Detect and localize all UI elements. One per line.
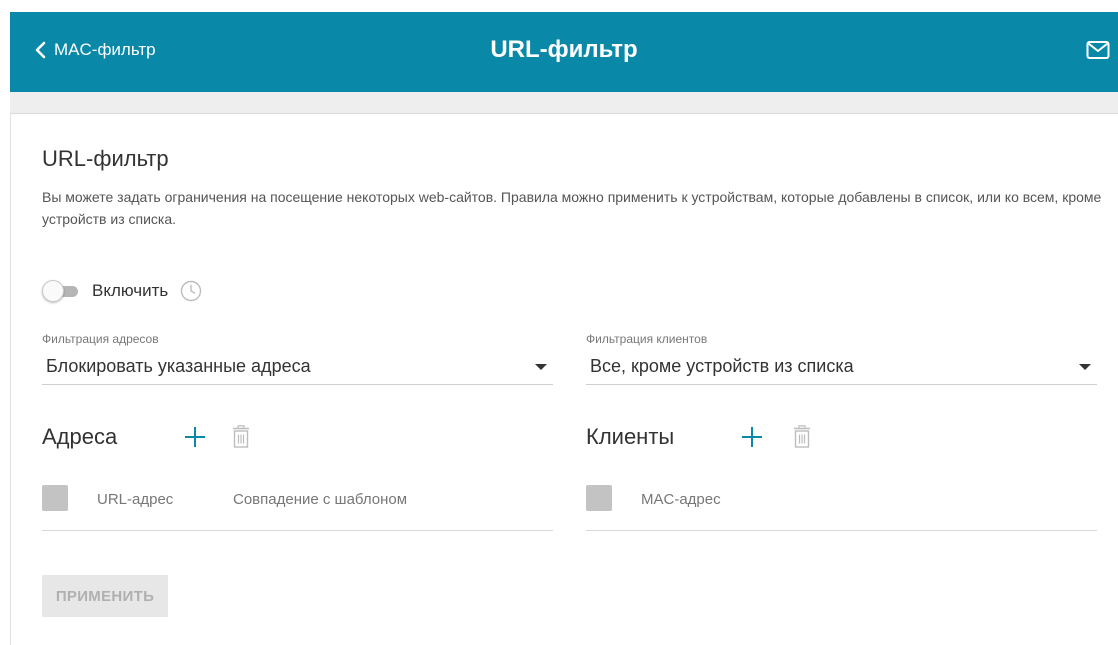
column-url: URL-адрес (97, 491, 174, 508)
client-filter-field: Фильтрация клиентов Все, кроме устройств… (586, 332, 1097, 385)
addresses-title: Адреса (42, 424, 118, 449)
apply-button[interactable]: ПРИМЕНИТЬ (42, 575, 168, 617)
column-mac: MAC-адрес (641, 491, 721, 508)
clients-header: Клиенты (586, 424, 811, 450)
delete-address-icon[interactable] (232, 425, 250, 449)
client-filter-select[interactable]: Все, кроме устройств из списка (586, 355, 1097, 385)
clients-table-header: MAC-адрес (586, 481, 1097, 531)
addresses-table-header: URL-адрес Совпадение с шаблоном (42, 481, 553, 531)
address-filter-select[interactable]: Блокировать указанные адреса (42, 355, 553, 385)
client-filter-label: Фильтрация клиентов (586, 332, 708, 346)
select-all-addresses-checkbox[interactable] (42, 485, 68, 511)
client-filter-value: Все, кроме устройств из списка (590, 356, 854, 376)
enable-row: Включить (42, 279, 202, 303)
clock-icon[interactable] (180, 280, 202, 302)
sub-header-bar (10, 92, 1118, 114)
select-all-clients-checkbox[interactable] (586, 485, 612, 511)
addresses-header: Адреса (42, 424, 250, 450)
content-border (10, 114, 11, 645)
clients-title: Клиенты (586, 424, 675, 449)
mail-icon[interactable] (1086, 40, 1110, 65)
delete-client-icon[interactable] (793, 425, 811, 449)
top-header: MAC-фильтр URL-фильтр (10, 12, 1118, 92)
caret-down-icon (535, 364, 547, 370)
add-address-icon[interactable] (183, 425, 207, 449)
enable-toggle[interactable] (42, 279, 80, 303)
caret-down-icon (1079, 364, 1091, 370)
enable-label: Включить (92, 281, 169, 300)
header-title: URL-фильтр (490, 36, 638, 63)
address-filter-label: Фильтрация адресов (42, 332, 159, 346)
page-description: Вы можете задать ограничения на посещени… (42, 189, 1102, 227)
toggle-knob (42, 280, 64, 302)
add-client-icon[interactable] (740, 425, 764, 449)
page-title: URL-фильтр (42, 146, 169, 171)
column-pattern-match: Совпадение с шаблоном (233, 491, 408, 508)
address-filter-value: Блокировать указанные адреса (46, 356, 311, 376)
address-filter-field: Фильтрация адресов Блокировать указанные… (42, 332, 553, 385)
